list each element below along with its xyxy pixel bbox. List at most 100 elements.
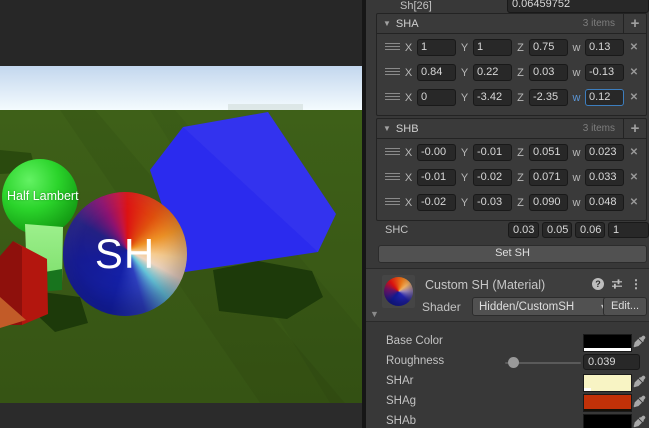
sh26-value-field[interactable]: 0.06459752	[507, 0, 649, 13]
shb-section: ▼ SHB 3 items + X -0.00 Y -0.01 Z 0.051 …	[376, 118, 647, 221]
sha-2-z-field[interactable]: -2.35	[529, 89, 568, 106]
shb-header[interactable]: ▼ SHB 3 items +	[377, 119, 646, 139]
axis-label-x: X	[404, 172, 413, 184]
shb-title: SHB	[396, 123, 419, 135]
axis-label-z: Z	[516, 67, 525, 79]
sha-row-2: X 0 Y -3.42 Z -2.35 w 0.12 ✕	[385, 89, 640, 106]
delete-element-button[interactable]: ✕	[628, 172, 640, 183]
shar-color-swatch[interactable]	[583, 374, 632, 392]
sh-sphere-label: SH	[95, 233, 155, 275]
add-element-button[interactable]: +	[623, 119, 646, 138]
drag-handle-icon[interactable]	[385, 173, 400, 182]
sha-header[interactable]: ▼ SHA 3 items +	[377, 14, 646, 34]
shb-0-z-field[interactable]: 0.051	[529, 144, 568, 161]
axis-label-w: w	[572, 172, 581, 184]
base-color-swatch[interactable]	[583, 334, 632, 352]
drag-handle-icon[interactable]	[385, 93, 400, 102]
shb-row-0: X -0.00 Y -0.01 Z 0.051 w 0.023 ✕	[385, 144, 640, 161]
shab-row: SHAb	[366, 414, 649, 428]
shb-2-z-field[interactable]: 0.090	[529, 194, 568, 211]
shag-label: SHAg	[386, 395, 416, 407]
delete-element-button[interactable]: ✕	[628, 147, 640, 158]
shc-field-3[interactable]: 1	[608, 222, 649, 238]
add-element-button[interactable]: +	[623, 14, 646, 33]
axis-label-w: w	[572, 42, 581, 54]
axis-label-y: Y	[460, 172, 469, 184]
alpha-bar	[584, 348, 631, 351]
kebab-menu-icon[interactable]: ⋮	[630, 277, 642, 291]
delete-element-button[interactable]: ✕	[628, 197, 640, 208]
axis-label-z: Z	[516, 197, 525, 209]
shb-2-x-field[interactable]: -0.02	[417, 194, 456, 211]
sha-section: ▼ SHA 3 items + X 1 Y 1 Z 0.75 w 0.13 ✕	[376, 13, 647, 116]
help-icon[interactable]: ?	[592, 278, 604, 290]
axis-label-z: Z	[516, 42, 525, 54]
presets-icon[interactable]	[611, 278, 623, 290]
shc-field-2[interactable]: 0.06	[575, 222, 605, 238]
eyedropper-icon[interactable]	[633, 415, 646, 428]
base-color-label: Base Color	[386, 335, 443, 347]
shb-0-w-field[interactable]: 0.023	[585, 144, 624, 161]
alpha-bar	[584, 388, 591, 391]
shb-0-x-field[interactable]: -0.00	[417, 144, 456, 161]
inspector-panel: Sh[26] 0.06459752 ▼ SHA 3 items + X 1 Y …	[366, 0, 649, 428]
shab-color-swatch[interactable]	[583, 414, 632, 428]
shb-1-y-field[interactable]: -0.02	[473, 169, 512, 186]
axis-label-w: w	[572, 92, 581, 104]
sha-0-y-field[interactable]: 1	[473, 39, 512, 56]
axis-label-z: Z	[516, 172, 525, 184]
material-header-icons: ? ⋮	[592, 277, 642, 291]
shar-label: SHAr	[386, 375, 413, 387]
delete-element-button[interactable]: ✕	[628, 42, 640, 53]
drag-handle-icon[interactable]	[385, 198, 400, 207]
drag-handle-icon[interactable]	[385, 43, 400, 52]
roughness-value-field[interactable]: 0.039	[583, 354, 640, 370]
shb-0-y-field[interactable]: -0.01	[473, 144, 512, 161]
material-title: Custom SH (Material)	[425, 278, 545, 292]
sha-1-x-field[interactable]: 0.84	[417, 64, 456, 81]
sha-1-w-field[interactable]: -0.13	[585, 64, 624, 81]
foldout-icon[interactable]: ▼	[383, 19, 391, 28]
sha-title: SHA	[396, 18, 419, 30]
sha-0-w-field[interactable]: 0.13	[585, 39, 624, 56]
shb-1-z-field[interactable]: 0.071	[529, 169, 568, 186]
foldout-icon[interactable]: ▼	[383, 124, 391, 133]
drag-handle-icon[interactable]	[385, 68, 400, 77]
axis-label-y: Y	[460, 147, 469, 159]
shc-field-0[interactable]: 0.03	[508, 222, 539, 238]
axis-label-z: Z	[516, 147, 525, 159]
roughness-slider-handle[interactable]	[508, 357, 519, 368]
axis-label-w: w	[572, 147, 581, 159]
shader-dropdown[interactable]: Hidden/CustomSH ▾	[472, 297, 612, 316]
eyedropper-icon[interactable]	[633, 375, 646, 388]
shag-color-swatch[interactable]	[583, 394, 632, 412]
sha-2-y-field[interactable]: -3.42	[473, 89, 512, 106]
axis-label-y: Y	[460, 67, 469, 79]
shb-items-count: 3 items	[583, 123, 623, 134]
shc-field-1[interactable]: 0.05	[542, 222, 572, 238]
eyedropper-icon[interactable]	[633, 335, 646, 348]
eyedropper-icon[interactable]	[633, 395, 646, 408]
shb-1-x-field[interactable]: -0.01	[417, 169, 456, 186]
material-foldout-icon[interactable]: ▼	[370, 309, 379, 319]
shb-1-w-field[interactable]: 0.033	[585, 169, 624, 186]
sha-0-z-field[interactable]: 0.75	[529, 39, 568, 56]
material-header: ▼ Custom SH (Material) ? ⋮ Shader Hidden…	[366, 268, 649, 322]
sha-2-w-field-focused[interactable]: 0.12	[585, 89, 624, 106]
shader-edit-button[interactable]: Edit...	[603, 297, 647, 316]
shag-row: SHAg	[366, 394, 649, 411]
sha-2-x-field[interactable]: 0	[417, 89, 456, 106]
shb-row-1: X -0.01 Y -0.02 Z 0.071 w 0.033 ✕	[385, 169, 640, 186]
sha-1-y-field[interactable]: 0.22	[473, 64, 512, 81]
sha-0-x-field[interactable]: 1	[417, 39, 456, 56]
shader-label: Shader	[422, 300, 461, 314]
scene-top-chrome	[0, 0, 362, 66]
shb-2-w-field[interactable]: 0.048	[585, 194, 624, 211]
shb-2-y-field[interactable]: -0.03	[473, 194, 512, 211]
delete-element-button[interactable]: ✕	[628, 92, 640, 103]
set-sh-button[interactable]: Set SH	[378, 245, 647, 263]
delete-element-button[interactable]: ✕	[628, 67, 640, 78]
unity-editor-window: SH Half Lambert Sh[26] 0.06459752 ▼ SHA …	[0, 0, 649, 428]
sha-1-z-field[interactable]: 0.03	[529, 64, 568, 81]
drag-handle-icon[interactable]	[385, 148, 400, 157]
